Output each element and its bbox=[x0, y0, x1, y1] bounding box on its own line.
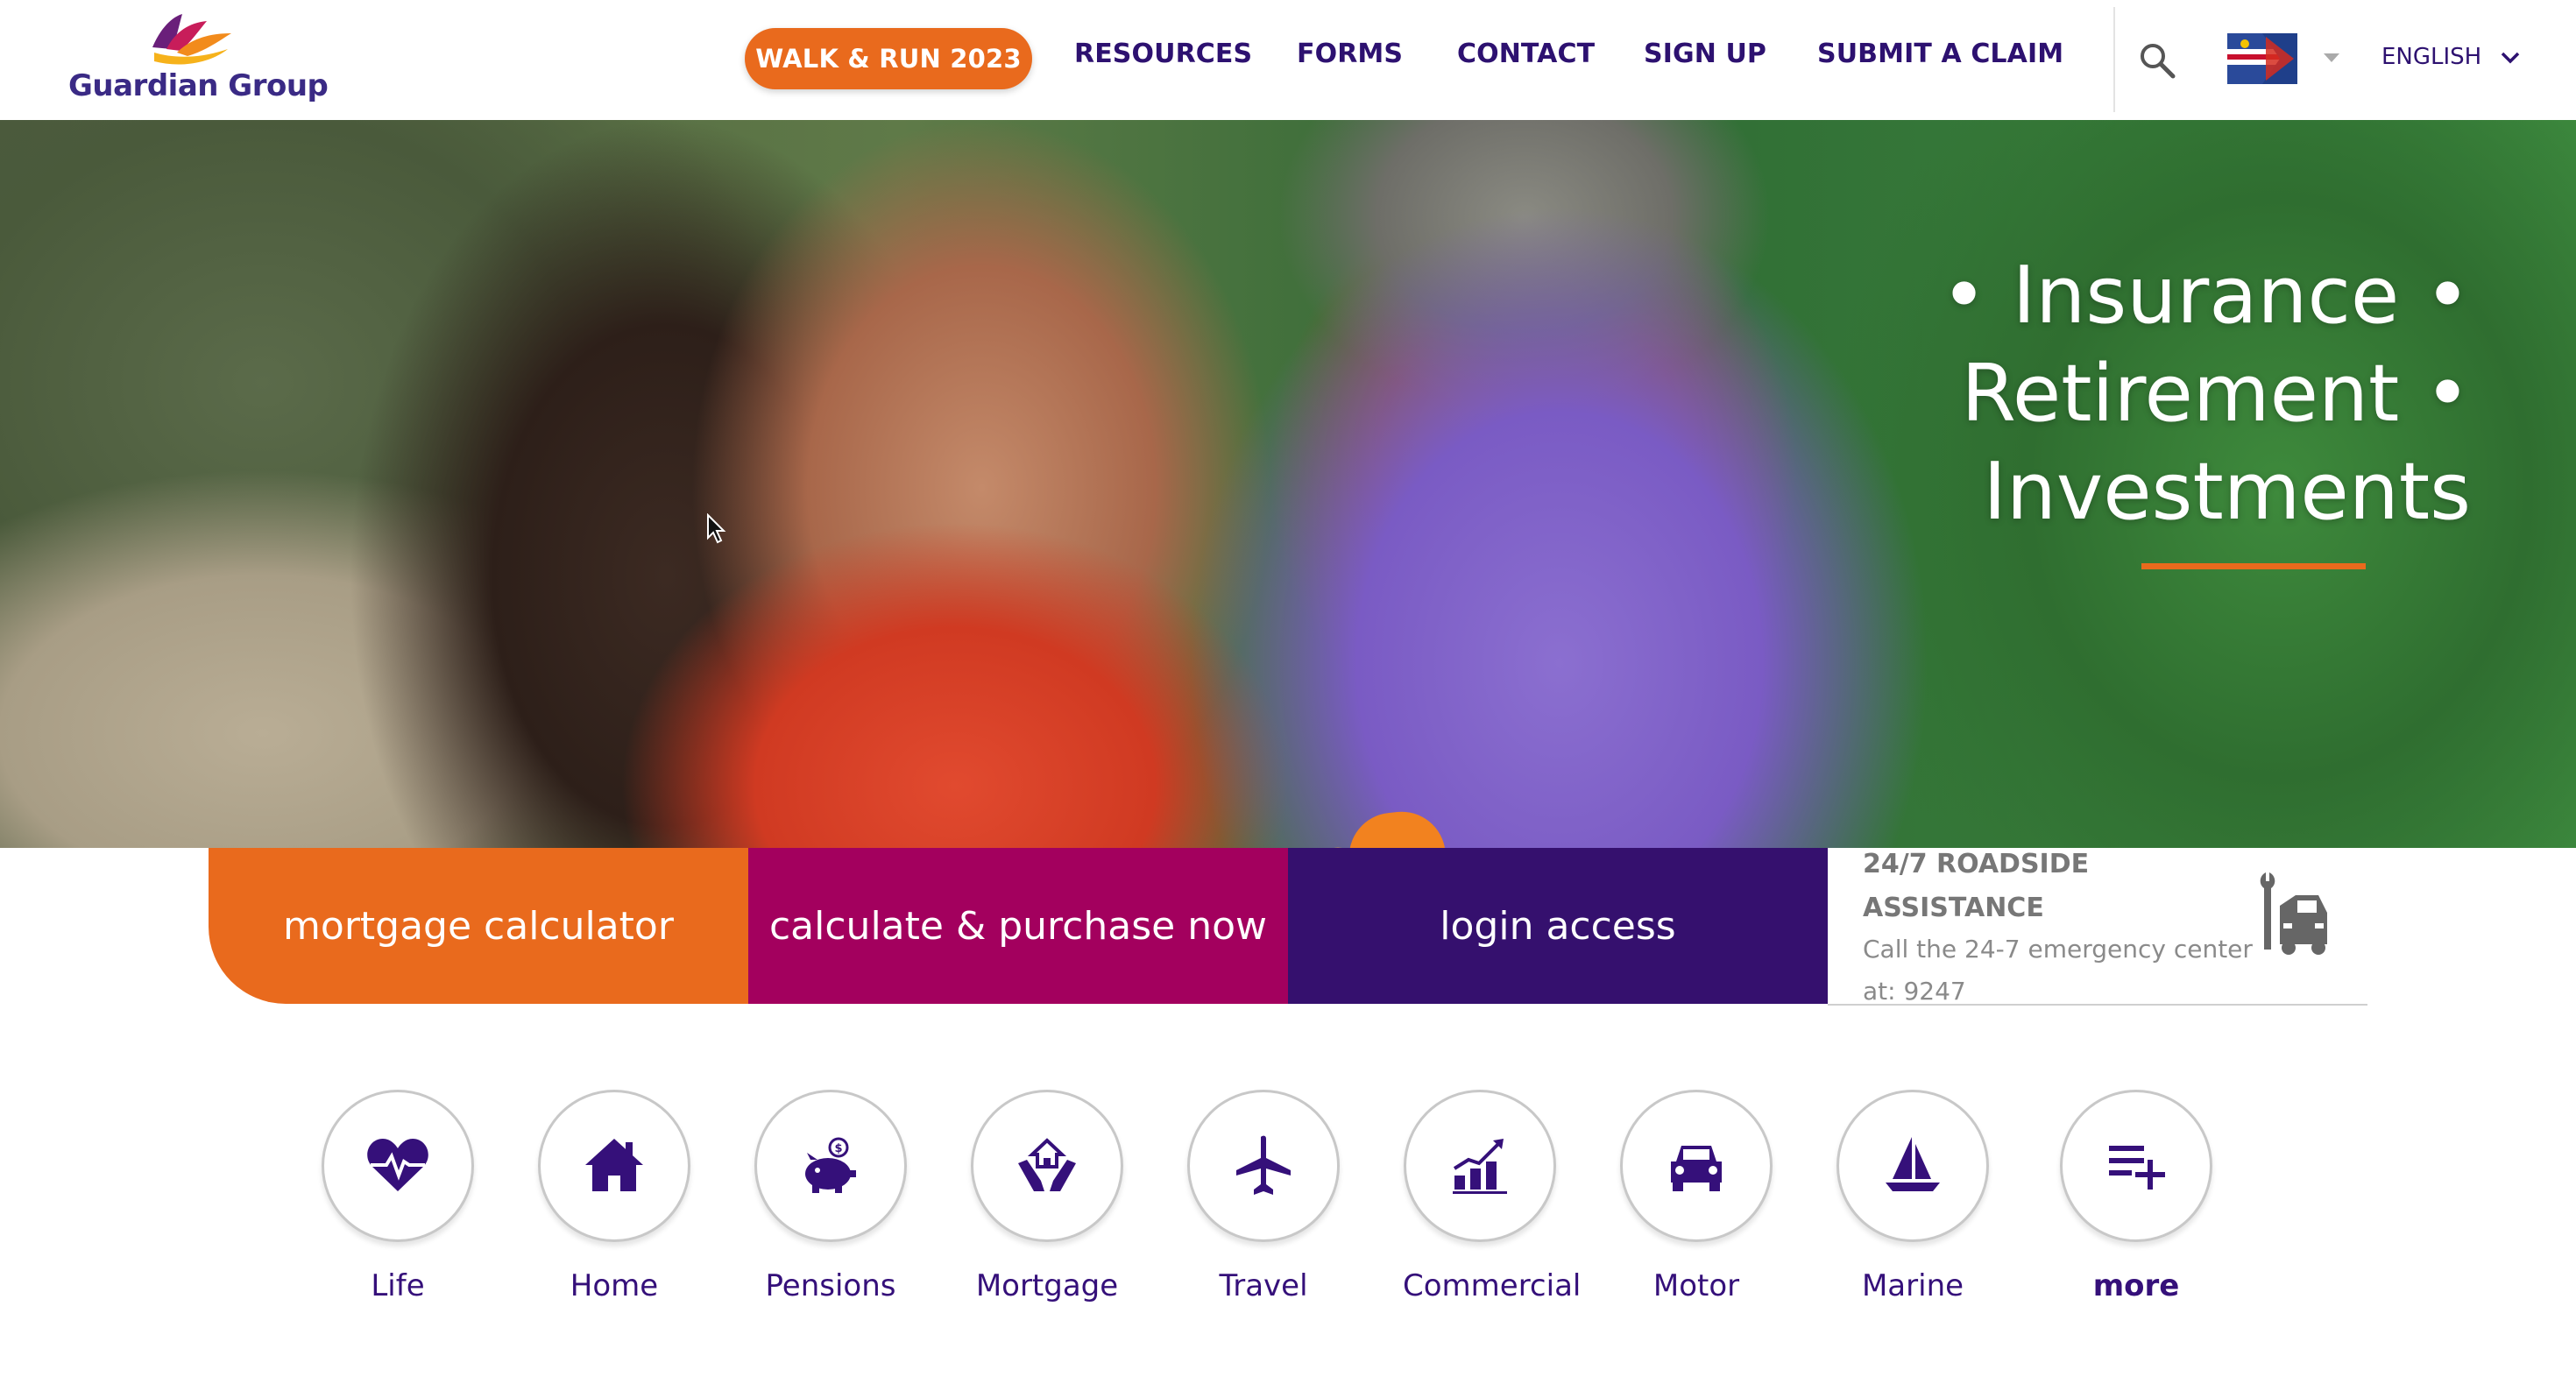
product-circle[interactable] bbox=[1187, 1090, 1340, 1242]
product-motor[interactable]: Motor bbox=[1619, 1090, 1773, 1303]
product-label[interactable]: Travel bbox=[1186, 1268, 1341, 1303]
product-travel[interactable]: Travel bbox=[1186, 1090, 1341, 1303]
product-marine[interactable]: Marine bbox=[1836, 1090, 1990, 1303]
product-label[interactable]: Pensions bbox=[754, 1268, 908, 1303]
hero-image-detail bbox=[1344, 807, 1460, 848]
product-label[interactable]: Home bbox=[537, 1268, 691, 1303]
product-pensions[interactable]: $ Pensions bbox=[754, 1090, 908, 1303]
flag-dropdown-caret[interactable] bbox=[2324, 53, 2339, 62]
hero-banner: • Insurance • Retirement • Investments bbox=[0, 120, 2576, 848]
flag-icon[interactable] bbox=[2227, 33, 2297, 84]
product-circle[interactable] bbox=[322, 1090, 474, 1242]
growth-chart-icon bbox=[1453, 1139, 1507, 1194]
mouse-cursor-icon bbox=[707, 513, 726, 544]
tow-truck-wrench-icon bbox=[2260, 872, 2327, 955]
product-home[interactable]: Home bbox=[537, 1090, 691, 1303]
language-selector[interactable]: ENGLISH bbox=[2381, 44, 2481, 70]
roadside-assistance-panel[interactable]: 24/7 ROADSIDE ASSISTANCE Call the 24-7 e… bbox=[1828, 848, 2367, 1006]
heart-pulse-icon bbox=[367, 1139, 428, 1191]
sailboat-icon bbox=[1886, 1137, 1940, 1191]
nav-forms[interactable]: FORMS bbox=[1297, 39, 1403, 69]
mortgage-calculator-tile[interactable]: mortgage calculator bbox=[209, 848, 748, 1004]
product-label[interactable]: Mortgage bbox=[970, 1268, 1124, 1303]
svg-text:$: $ bbox=[834, 1142, 842, 1155]
hero-tagline-line: • Insurance • bbox=[1941, 250, 2471, 342]
nav-submit-claim[interactable]: SUBMIT A CLAIM bbox=[1817, 39, 2063, 69]
product-circle[interactable] bbox=[538, 1090, 690, 1242]
roadside-text: Call the 24-7 emergency center at: 9247 bbox=[1863, 935, 2253, 1006]
car-icon bbox=[1671, 1146, 1722, 1191]
hero-tagline-line: Investments bbox=[1983, 446, 2471, 538]
logo-text: Guardian Group bbox=[68, 68, 329, 103]
calculate-purchase-tile[interactable]: calculate & purchase now bbox=[748, 848, 1288, 1004]
product-more[interactable]: more bbox=[2059, 1090, 2213, 1303]
product-circle[interactable] bbox=[1404, 1090, 1556, 1242]
piggy-bank-icon: $ bbox=[805, 1137, 856, 1193]
guardian-group-logo[interactable]: Guardian Group bbox=[68, 14, 329, 106]
login-access-tile[interactable]: login access bbox=[1288, 848, 1828, 1004]
product-circle[interactable] bbox=[1620, 1090, 1773, 1242]
hero-accent-underline bbox=[2141, 563, 2366, 569]
logo-mark-icon bbox=[152, 14, 231, 65]
product-circle[interactable] bbox=[1836, 1090, 1989, 1242]
product-life[interactable]: Life bbox=[321, 1090, 475, 1303]
list-add-icon bbox=[2109, 1146, 2165, 1190]
walk-run-button[interactable]: WALK & RUN 2023 bbox=[745, 28, 1032, 89]
nav-sign-up[interactable]: SIGN UP bbox=[1644, 39, 1766, 69]
product-label[interactable]: Motor bbox=[1619, 1268, 1773, 1303]
product-circle[interactable]: $ bbox=[754, 1090, 907, 1242]
product-label[interactable]: more bbox=[2059, 1268, 2213, 1303]
nav-contact[interactable]: CONTACT bbox=[1457, 39, 1595, 69]
header-divider bbox=[2113, 7, 2115, 112]
airplane-icon bbox=[1236, 1135, 1291, 1195]
hero-tagline-line: Retirement • bbox=[1961, 348, 2471, 440]
home-icon bbox=[585, 1139, 643, 1191]
product-mortgage[interactable]: Mortgage bbox=[970, 1090, 1124, 1303]
chevron-down-icon[interactable] bbox=[2499, 49, 2522, 67]
roadside-title: 24/7 ROADSIDE ASSISTANCE bbox=[1863, 849, 2090, 923]
nav-resources[interactable]: RESOURCES bbox=[1074, 39, 1252, 69]
hero-tagline: • Insurance • Retirement • Investments bbox=[1941, 247, 2471, 541]
site-header: Guardian Group WALK & RUN 2023 RESOURCES… bbox=[0, 0, 2576, 120]
product-commercial[interactable]: Commercial bbox=[1403, 1090, 1581, 1303]
product-label[interactable]: Life bbox=[321, 1268, 475, 1303]
search-icon[interactable] bbox=[2138, 41, 2176, 80]
product-label[interactable]: Marine bbox=[1836, 1268, 1990, 1303]
product-circle[interactable] bbox=[2060, 1090, 2212, 1242]
product-circle[interactable] bbox=[971, 1090, 1123, 1242]
hands-house-icon bbox=[1018, 1138, 1076, 1191]
product-label[interactable]: Commercial bbox=[1403, 1268, 1581, 1303]
